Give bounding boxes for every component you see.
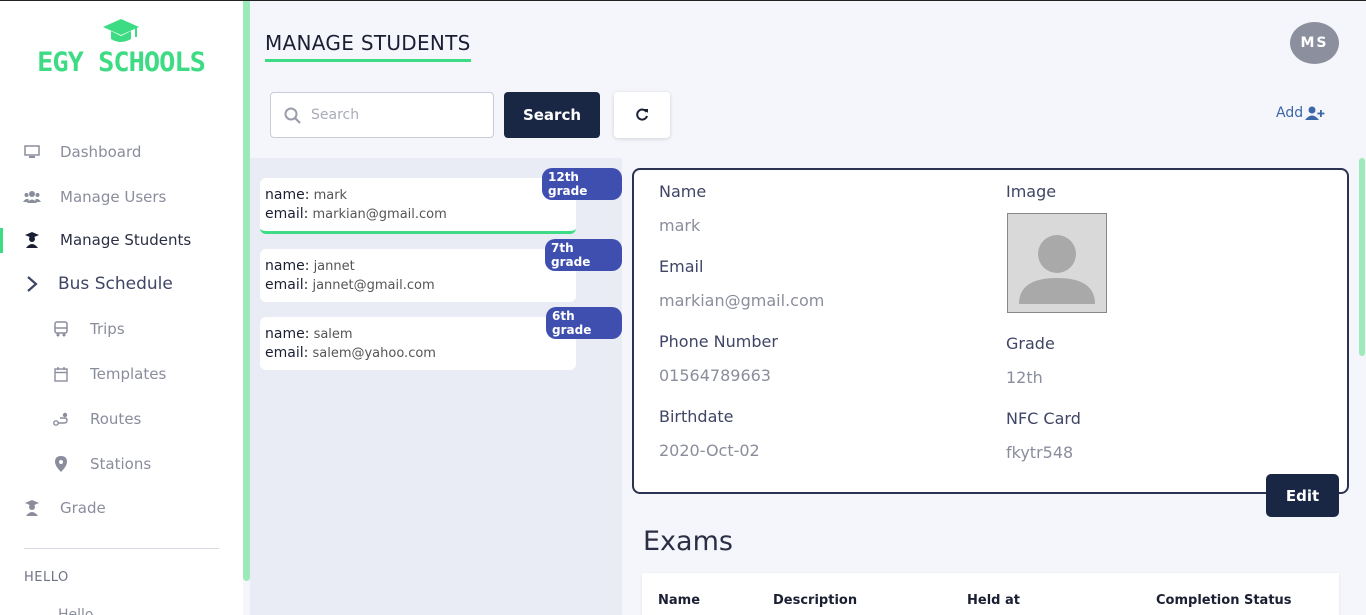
name-key: name: — [265, 258, 310, 274]
student-name: jannet — [313, 259, 355, 274]
student-card[interactable]: name: salem email: salem@yahoo.com — [260, 317, 576, 370]
image-label: Image — [1006, 182, 1057, 201]
student-email: salem@yahoo.com — [312, 346, 436, 361]
add-label: Add — [1276, 105, 1304, 121]
sidebar-item-label: Stations — [90, 455, 152, 473]
student-icon — [23, 231, 41, 249]
grade-badge: 7th grade — [545, 239, 622, 271]
grade-label: Grade — [1006, 334, 1055, 353]
search-box — [270, 92, 494, 138]
chevron-right-icon — [23, 275, 41, 293]
column-header-completion-status[interactable]: Completion Status — [1156, 593, 1292, 608]
name-value: mark — [659, 216, 701, 235]
student-detail-card: Name mark Email markian@gmail.com Phone … — [632, 168, 1349, 494]
sidebar-item-bus-schedule[interactable]: Bus Schedule — [0, 264, 243, 304]
email-label: Email — [659, 257, 704, 276]
email-key: email: — [265, 345, 309, 361]
nfc-label: NFC Card — [1006, 409, 1081, 428]
column-header-held-at[interactable]: Held at — [967, 593, 1020, 608]
sidebar-item-stations[interactable]: Stations — [0, 444, 243, 484]
grade-value: 12th — [1006, 368, 1043, 387]
sidebar-section-label: HELLO — [24, 570, 69, 585]
student-list: name: mark email: markian@gmail.com 12th… — [250, 158, 622, 615]
edit-button[interactable]: Edit — [1266, 474, 1339, 517]
user-plus-icon — [1305, 106, 1325, 120]
sidebar-item-label: Grade — [60, 499, 106, 517]
sidebar-item-label: Bus Schedule — [58, 274, 173, 294]
birthdate-label: Birthdate — [659, 407, 734, 426]
student-card[interactable]: name: mark email: markian@gmail.com — [260, 178, 576, 234]
map-pin-icon — [52, 455, 70, 473]
refresh-button[interactable] — [614, 92, 670, 138]
email-value: markian@gmail.com — [659, 291, 825, 310]
grade-badge: 12th grade — [542, 168, 622, 200]
phone-value: 01564789663 — [659, 366, 771, 385]
sidebar-item-routes[interactable]: Routes — [0, 399, 243, 439]
search-input[interactable] — [311, 103, 481, 127]
birthdate-value: 2020-Oct-02 — [659, 441, 760, 460]
student-email: markian@gmail.com — [312, 207, 447, 222]
name-key: name: — [265, 326, 310, 342]
sidebar-item-label: Manage Students — [60, 231, 192, 249]
sidebar-item-manage-users[interactable]: Manage Users — [0, 177, 243, 217]
student-card[interactable]: name: jannet email: jannet@gmail.com — [260, 249, 576, 302]
monitor-icon — [23, 143, 41, 161]
logo[interactable]: EGY SCHOOLS — [36, 17, 206, 87]
sidebar-item-dashboard[interactable]: Dashboard — [0, 132, 243, 172]
search-button[interactable]: Search — [504, 92, 600, 138]
student-name: mark — [313, 188, 348, 203]
sidebar: EGY SCHOOLS Dashboard Manage Users Manag… — [0, 1, 243, 615]
bus-icon — [52, 320, 70, 338]
page-title: MANAGE STUDENTS — [265, 31, 471, 62]
sidebar-item-label: Manage Users — [60, 188, 167, 206]
avatar-placeholder-icon — [1019, 235, 1095, 304]
name-key: name: — [265, 187, 310, 203]
sidebar-item-label: Dashboard — [60, 143, 142, 161]
exams-table: Name Description Held at Completion Stat… — [642, 573, 1339, 615]
sidebar-item-label: Trips — [90, 320, 125, 338]
sidebar-item-templates[interactable]: Templates — [0, 354, 243, 394]
student-name: salem — [313, 327, 353, 342]
sidebar-item-trips[interactable]: Trips — [0, 309, 243, 349]
content-scrollbar[interactable] — [1359, 158, 1365, 356]
sidebar-item-label: Templates — [90, 365, 167, 383]
student-email: jannet@gmail.com — [312, 278, 435, 293]
sidebar-item-manage-students[interactable]: Manage Students — [0, 220, 243, 260]
sidebar-item-grade[interactable]: Grade — [0, 488, 243, 528]
logo-text: EGY SCHOOLS — [37, 47, 206, 78]
sidebar-item-hello[interactable]: Hello — [58, 607, 94, 615]
add-student-button[interactable]: Add — [1276, 105, 1325, 121]
email-key: email: — [265, 277, 309, 293]
column-header-description[interactable]: Description — [773, 593, 857, 608]
avatar[interactable]: MS — [1290, 22, 1339, 64]
graduation-cap-icon — [103, 19, 139, 42]
email-key: email: — [265, 206, 309, 222]
refresh-icon — [636, 108, 648, 121]
phone-label: Phone Number — [659, 332, 778, 351]
search-icon — [284, 107, 301, 128]
sidebar-scrollbar[interactable] — [243, 1, 250, 581]
exams-title: Exams — [643, 526, 733, 557]
users-icon — [23, 188, 41, 206]
graduate-icon — [23, 499, 41, 517]
sidebar-divider — [24, 548, 219, 549]
nfc-value: fkytr548 — [1006, 443, 1074, 462]
column-header-name[interactable]: Name — [658, 593, 700, 608]
calendar-icon — [52, 365, 70, 383]
route-icon — [52, 410, 70, 428]
grade-badge: 6th grade — [546, 307, 622, 339]
sidebar-item-label: Routes — [90, 410, 142, 428]
name-label: Name — [659, 182, 707, 201]
student-photo — [1007, 213, 1107, 313]
